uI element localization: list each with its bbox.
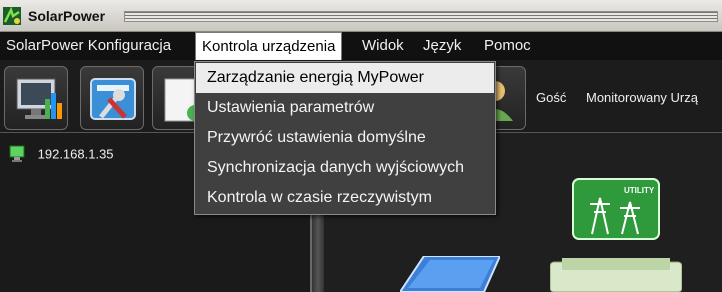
- user-status-label: Gość: [536, 90, 567, 105]
- app-logo-icon: [3, 7, 21, 25]
- menu-solarpower-config[interactable]: SolarPower Konfiguracja: [0, 32, 177, 60]
- monitor-chart-icon: [16, 78, 62, 119]
- menuitem-realtime-control[interactable]: Kontrola w czasie rzeczywistym: [196, 183, 494, 213]
- utility-base-icon: [550, 258, 682, 292]
- tree-node-device[interactable]: 192.168.1.35: [8, 145, 114, 163]
- device-control-dropdown: Zarządzanie energią MyPower Ustawienia p…: [194, 61, 496, 215]
- monitored-device-label: Monitorowany Urzą: [586, 90, 698, 105]
- title-bar-grip[interactable]: [124, 11, 718, 22]
- title-bar: SolarPower: [0, 0, 722, 32]
- app-title: SolarPower: [28, 8, 106, 24]
- menuitem-mypower-energy[interactable]: Zarządzanie energią MyPower: [196, 63, 494, 93]
- monitor-button[interactable]: [4, 66, 68, 130]
- menuitem-sync-output-data[interactable]: Synchronizacja danych wyjściowych: [196, 153, 494, 183]
- tree-node-label: 192.168.1.35: [37, 146, 114, 162]
- menu-view[interactable]: Widok: [356, 32, 410, 60]
- menu-bar: SolarPower Konfiguracja Kontrola urządze…: [0, 32, 722, 61]
- menu-language[interactable]: Język: [417, 32, 467, 60]
- menuitem-restore-defaults[interactable]: Przywróć ustawienia domyślne: [196, 123, 494, 153]
- utility-grid-icon: UTILITY: [572, 178, 660, 240]
- device-monitor-icon: [9, 145, 25, 162]
- tools-settings-icon: [90, 78, 136, 120]
- menuitem-parameter-settings[interactable]: Ustawienia parametrów: [196, 93, 494, 123]
- menu-device-control[interactable]: Kontrola urządzenia: [195, 32, 343, 61]
- menu-help[interactable]: Pomoc: [478, 32, 537, 60]
- utility-label: UTILITY: [624, 186, 655, 195]
- solar-panel-icon: [400, 256, 500, 292]
- settings-tools-button[interactable]: [80, 66, 144, 130]
